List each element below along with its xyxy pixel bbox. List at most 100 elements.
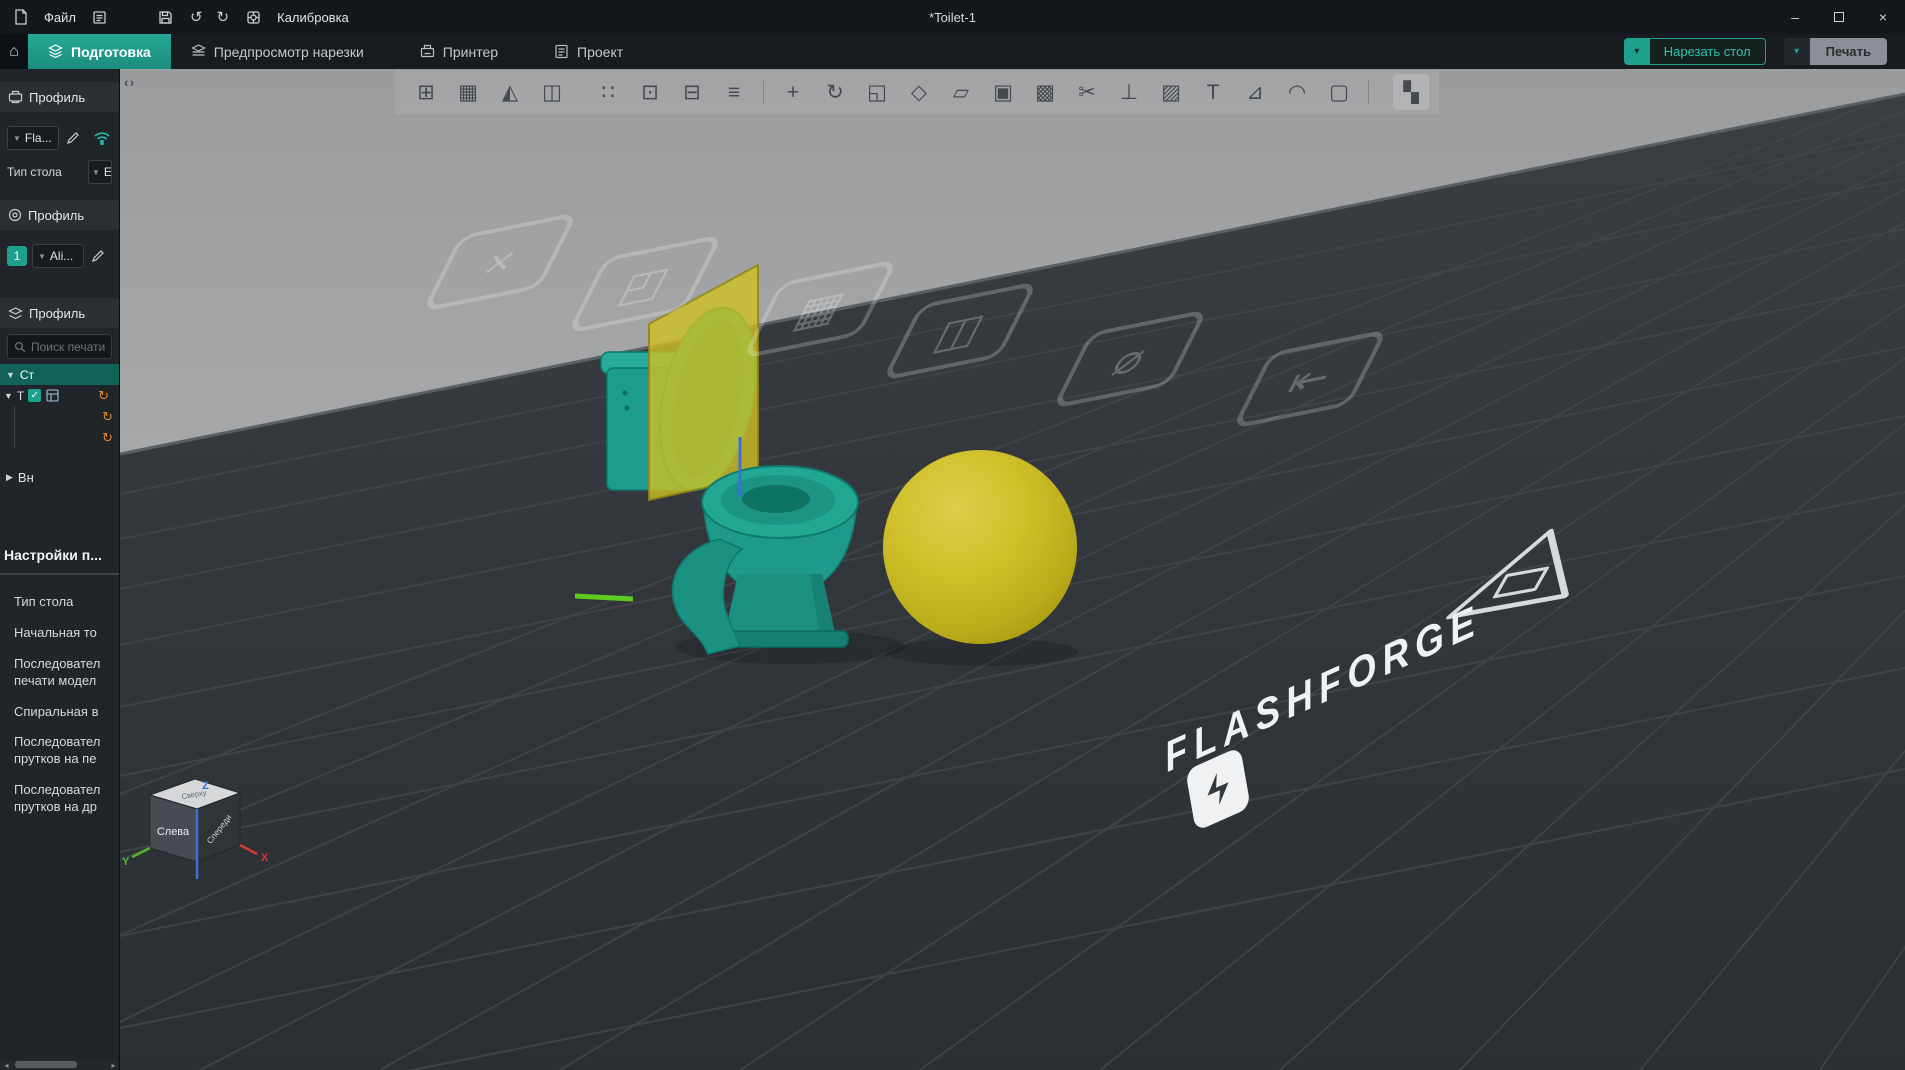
settings-item[interactable]: Спиральная в	[0, 697, 119, 728]
sync-icon[interactable]: ↻	[98, 388, 115, 404]
simplify-icon[interactable]: ◠	[1276, 82, 1318, 103]
measure-icon[interactable]: ⊿	[1234, 82, 1276, 103]
save-icon[interactable]	[156, 7, 176, 27]
navigation-cube[interactable]: Сверху Слева Спереди X Y Z	[120, 769, 295, 894]
settings-item[interactable]: Начальная то	[0, 618, 119, 649]
frame-icon[interactable]: ▢	[1318, 82, 1360, 103]
tree-group-row[interactable]: ▼ Ст	[0, 364, 119, 385]
plate-type-select[interactable]: ▼ Е	[88, 160, 112, 184]
edit-object-icon[interactable]	[45, 387, 60, 405]
maximize-button[interactable]	[1817, 0, 1861, 34]
tree-subitem-row[interactable]: ↻	[0, 427, 119, 448]
filament-spool-icon	[8, 208, 22, 222]
delete-ghost-icon: ×	[421, 211, 579, 313]
split-layout-icon[interactable]: ◫	[531, 82, 573, 103]
layers-icon	[48, 44, 63, 59]
search-input[interactable]	[31, 339, 105, 354]
chevron-right-icon: ▶	[6, 472, 13, 482]
wifi-icon[interactable]	[93, 129, 111, 147]
sync-icon[interactable]: ↻	[102, 430, 119, 446]
tree-item-row[interactable]: ▼ Т ✓ ↻	[0, 385, 119, 406]
edit-filament-icon[interactable]	[89, 247, 107, 265]
tab-prepare[interactable]: Подготовка	[28, 34, 171, 69]
calibration-icon[interactable]	[243, 7, 263, 27]
filament-profile-header[interactable]: Профиль	[0, 200, 119, 230]
tab-project[interactable]: Проект	[534, 34, 643, 69]
plate-ghost-icons: × ◰ ▦ ◫ ⌀ ⇤	[120, 69, 1905, 1070]
slice-preview-icon	[190, 44, 206, 56]
redo-icon[interactable]: ↻	[217, 8, 230, 26]
viewport-3d[interactable]: × ◰ ▦ ◫ ⌀ ⇤ FLASHFORGE ⊞ ▦ ◭ ◫ ∷ ⊡ ⊟ ≡ +…	[120, 69, 1905, 1070]
slice-plate-button[interactable]: Нарезать стол	[1649, 38, 1766, 65]
edit-printer-icon[interactable]	[64, 129, 82, 147]
close-button[interactable]: ×	[1861, 0, 1905, 34]
toolbar-separator	[1368, 80, 1369, 104]
chevron-down-icon: ▼	[13, 133, 21, 143]
text-tool-icon[interactable]: T	[1192, 82, 1234, 103]
printer-icon	[8, 90, 23, 104]
support-icon[interactable]: ⊥	[1108, 82, 1150, 103]
titlebar: Файл ↺ ↻ Калибровка *Toilet-1 – ×	[0, 0, 1905, 34]
arrange-ghost-icon: ▦	[741, 258, 899, 360]
application-window: Файл ↺ ↻ Калибровка *Toilet-1 – × ⌂ Подг…	[0, 0, 1905, 1070]
printer-row: ▼ Fla...	[0, 126, 119, 150]
settings-item[interactable]: Последовател прутков на пе	[0, 727, 119, 775]
chevron-down-icon: ▼	[38, 251, 46, 261]
navcube-y-axis	[131, 846, 151, 859]
visibility-checkbox[interactable]: ✓	[28, 389, 42, 402]
print-dropdown-chevron-icon[interactable]: ▾	[1783, 38, 1810, 65]
align-ghost-icon: ⇤	[1231, 328, 1389, 430]
clone-plate-icon[interactable]: ⊡	[629, 82, 671, 103]
lay-flat-icon[interactable]: ▱	[940, 82, 982, 103]
slice-dropdown-chevron-icon[interactable]: ▾	[1623, 38, 1650, 65]
move-icon[interactable]: +	[772, 82, 814, 103]
undo-icon[interactable]: ↺	[190, 8, 203, 26]
sidebar: Профиль ▼ Fla... Тип стола ▼ Е Профиль 1…	[0, 69, 120, 1070]
tab-printer[interactable]: Принтер	[400, 34, 518, 69]
chevron-down-icon: ▼	[4, 390, 13, 401]
tab-slice-preview[interactable]: Предпросмотр нарезки	[171, 34, 384, 69]
settings-item[interactable]: Последовател печати модел	[0, 649, 119, 697]
project-icon	[555, 44, 568, 59]
scroll-right-icon[interactable]: ▸	[107, 1061, 119, 1070]
assembly-icon[interactable]: ▚	[1393, 74, 1429, 110]
settings-item[interactable]: Тип стола	[0, 587, 119, 618]
sync-icon[interactable]: ↻	[102, 409, 119, 425]
scale-icon[interactable]: ◱	[856, 82, 898, 103]
filament-select[interactable]: ▼ Ali...	[32, 244, 84, 268]
chevron-down-icon: ▼	[6, 369, 15, 380]
print-button[interactable]: Печать	[1809, 38, 1887, 65]
minimize-button[interactable]: –	[1773, 0, 1817, 34]
tree-subitem-row[interactable]: ↻	[0, 406, 119, 427]
scrollbar-track[interactable]	[13, 1060, 107, 1070]
calibration-label[interactable]: Калибровка	[277, 10, 349, 25]
arrange-icon[interactable]: ▦	[447, 82, 489, 103]
file-menu[interactable]: Файл	[44, 10, 76, 25]
scroll-left-icon[interactable]: ◂	[0, 1061, 13, 1070]
auto-orient-icon[interactable]: ◭	[489, 82, 531, 103]
process-profile-header[interactable]: Профиль	[0, 298, 119, 328]
align-list-icon[interactable]: ≡	[713, 82, 755, 103]
sidebar-collapse-handle[interactable]: ‹›	[124, 74, 135, 90]
add-model-icon[interactable]: ⊞	[405, 82, 447, 103]
fill-plate-icon[interactable]: ∷	[587, 82, 629, 103]
app-icon	[10, 7, 30, 27]
recent-files-icon[interactable]	[90, 7, 110, 27]
modifier-icon[interactable]: ▩	[1024, 82, 1066, 103]
cut-icon[interactable]: ✂	[1066, 82, 1108, 103]
printer-select[interactable]: ▼ Fla...	[7, 126, 59, 150]
rotate-icon[interactable]: ↻	[814, 82, 856, 103]
clone-model-icon[interactable]: ▣	[982, 82, 1024, 103]
mirror-icon[interactable]: ◇	[898, 82, 940, 103]
maximize-icon	[1834, 12, 1844, 22]
navcube-z-label: Z	[202, 780, 209, 792]
seam-paint-icon[interactable]: ▨	[1150, 82, 1192, 103]
settings-list: Тип стола Начальная то Последовател печа…	[0, 587, 119, 823]
printer-profile-header[interactable]: Профиль	[0, 82, 119, 112]
scrollbar-thumb[interactable]	[15, 1061, 77, 1068]
tree-offplate-row[interactable]: ▶ Вн	[0, 470, 119, 485]
home-button[interactable]: ⌂	[0, 34, 28, 69]
filament-index-badge[interactable]: 1	[7, 246, 27, 266]
settings-item[interactable]: Последовател прутков на др	[0, 775, 119, 823]
merge-plates-icon[interactable]: ⊟	[671, 82, 713, 103]
